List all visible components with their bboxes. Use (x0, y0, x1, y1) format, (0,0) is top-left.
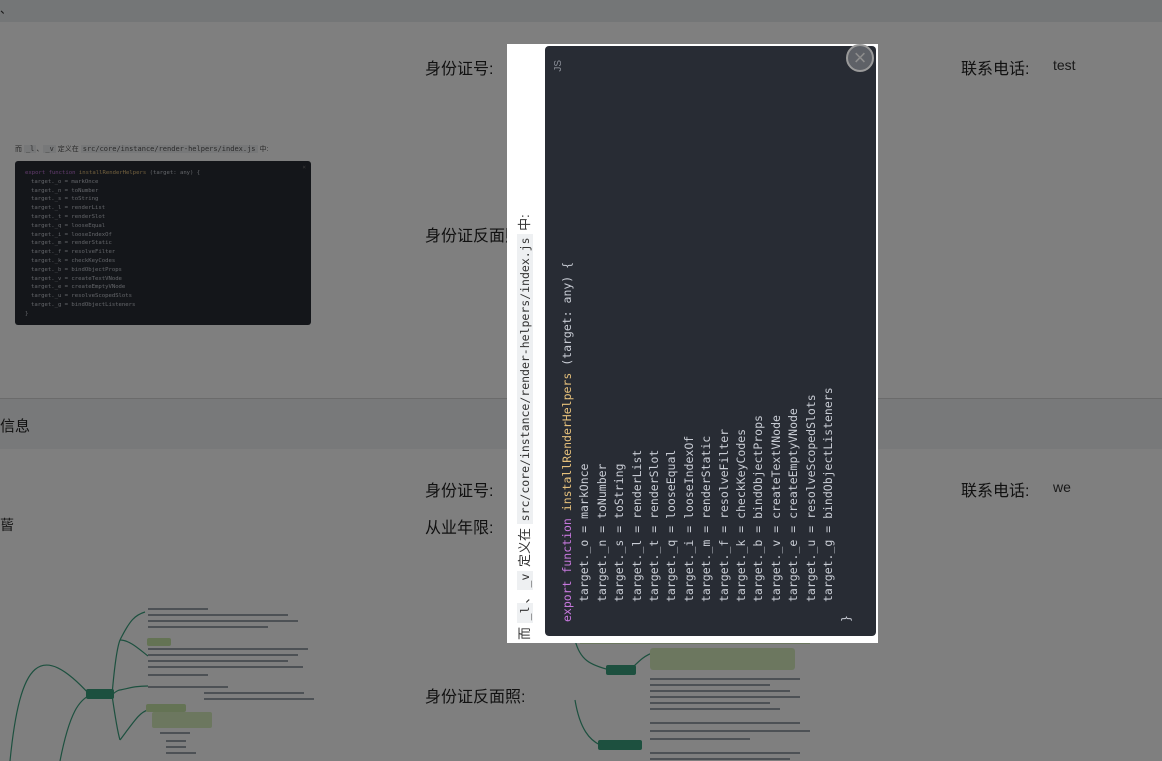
language-tag: JS (553, 60, 564, 72)
code-line: target._t = renderSlot (647, 449, 662, 602)
preview-caption: 而 _l、_v 定义在 src/core/instance/render-hel… (517, 214, 533, 640)
code-line: target._o = markOnce (577, 463, 592, 602)
code-line: target._f = resolveFilter (716, 428, 731, 602)
code-line-signature: export function installRenderHelpers (ta… (560, 261, 574, 622)
code-line: target._u = resolveScopedSlots (803, 394, 818, 602)
code-line: target._s = toString (612, 463, 627, 602)
code-line-closing: } (838, 615, 853, 622)
code-line: target._l = renderList (629, 449, 644, 602)
preview-code-block: JS export function installRenderHelpers … (545, 46, 876, 636)
code-line: target._k = checkKeyCodes (734, 428, 749, 602)
close-icon[interactable]: × (846, 44, 874, 72)
code-line: target._m = renderStatic (699, 435, 714, 602)
code-line: target._e = createEmptyVNode (786, 408, 801, 602)
code-line: target._b = bindObjectProps (751, 415, 766, 602)
code-line: target._q = looseEqual (664, 449, 679, 602)
code-line: target._g = bindObjectListeners (821, 387, 836, 602)
code-line: target._i = looseIndexOf (681, 435, 696, 602)
code-line: target._n = toNumber (594, 463, 609, 602)
code-line: target._v = createTextVNode (768, 415, 783, 602)
